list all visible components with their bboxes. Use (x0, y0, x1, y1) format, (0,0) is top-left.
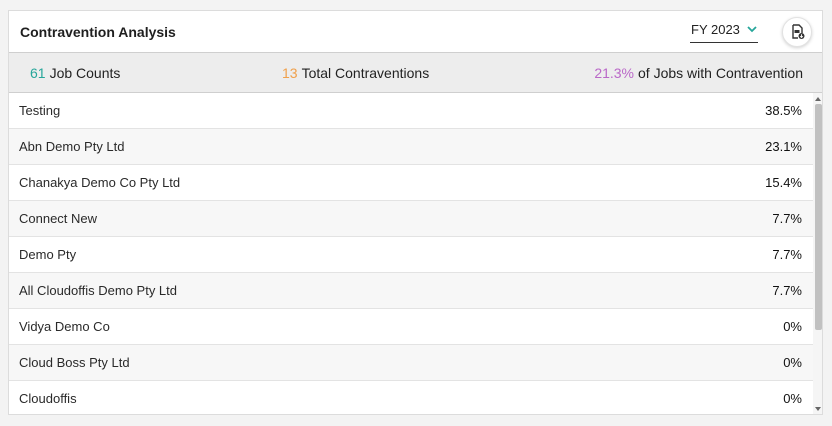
contravention-percent: 0% (783, 355, 802, 370)
contravention-analysis-card: Contravention Analysis FY 2023 61 Job Cou… (8, 10, 823, 415)
scroll-up-arrow-icon[interactable] (815, 97, 821, 101)
export-pdf-button[interactable] (782, 17, 812, 47)
list-item: Chanakya Demo Co Pty Ltd 15.4% (9, 165, 813, 201)
pdf-export-icon (792, 24, 805, 39)
contravention-percent: 7.7% (772, 247, 802, 262)
company-name: Demo Pty (19, 247, 77, 262)
card-header: Contravention Analysis FY 2023 (9, 11, 822, 53)
contravention-percent: 7.7% (772, 211, 802, 226)
pct-jobs-stat: 21.3% of Jobs with Contravention (594, 65, 803, 81)
scrollbar-thumb[interactable] (815, 104, 822, 330)
job-counts-label: Job Counts (49, 65, 121, 81)
contravention-percent: 15.4% (765, 175, 802, 190)
pct-jobs-value: 21.3% (594, 65, 635, 81)
list-item: Connect New 7.7% (9, 201, 813, 237)
total-contraventions-stat: 13 Total Contraventions (282, 65, 429, 81)
company-name: Cloudoffis (19, 391, 77, 406)
total-contraventions-label: Total Contraventions (301, 65, 430, 81)
fy-select-value: FY 2023 (691, 22, 740, 37)
list-item: Demo Pty 7.7% (9, 237, 813, 273)
contravention-percent: 0% (783, 391, 802, 406)
job-counts-value: 61 (30, 65, 46, 81)
company-name: Cloud Boss Pty Ltd (19, 355, 130, 370)
total-contraventions-value: 13 (282, 65, 298, 81)
contravention-percent: 38.5% (765, 103, 802, 118)
chevron-down-icon (747, 26, 757, 33)
contravention-percent: 23.1% (765, 139, 802, 154)
list-item: Cloud Boss Pty Ltd 0% (9, 345, 813, 381)
pct-jobs-label: of Jobs with Contravention (638, 65, 803, 81)
company-name: Chanakya Demo Co Pty Ltd (19, 175, 181, 190)
list-item: Testing 38.5% (9, 93, 813, 129)
contravention-percent: 7.7% (772, 283, 802, 298)
company-name: Testing (19, 103, 61, 118)
job-counts-stat: 61 Job Counts (30, 65, 120, 81)
company-name: Connect New (19, 211, 98, 226)
company-name: Abn Demo Pty Ltd (19, 139, 125, 154)
list-item: Cloudoffis 0% (9, 381, 813, 414)
card-title: Contravention Analysis (20, 24, 176, 40)
list-item: Vidya Demo Co 0% (9, 309, 813, 345)
list-item: All Cloudoffis Demo Pty Ltd 7.7% (9, 273, 813, 309)
contravention-percent: 0% (783, 319, 802, 334)
list-scrollbar[interactable] (813, 93, 822, 414)
company-name: Vidya Demo Co (19, 319, 110, 334)
scroll-down-arrow-icon[interactable] (815, 407, 821, 411)
contravention-list: Testing 38.5% Abn Demo Pty Ltd 23.1% Cha… (9, 93, 813, 414)
fy-select[interactable]: FY 2023 (690, 21, 758, 43)
list-item: Abn Demo Pty Ltd 23.1% (9, 129, 813, 165)
company-name: All Cloudoffis Demo Pty Ltd (19, 283, 177, 298)
summary-bar: 61 Job Counts 13 Total Contraventions 21.3… (9, 53, 822, 93)
